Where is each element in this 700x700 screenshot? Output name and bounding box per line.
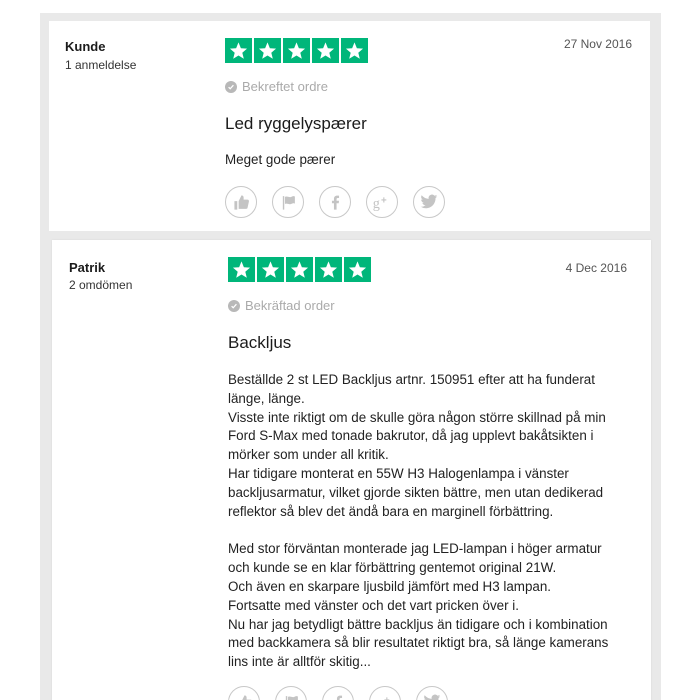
review-body-line: Har tidigare monterat en 55W H3 Halogenl… — [228, 465, 569, 481]
check-circle-icon — [228, 299, 240, 312]
review-actions: g+ — [228, 686, 448, 700]
star-icon — [315, 257, 342, 282]
star-icon — [341, 38, 368, 63]
share-google-plus-button[interactable]: g+ — [366, 186, 398, 218]
thumbs-up-icon — [241, 694, 252, 700]
facebook-icon — [336, 695, 342, 700]
review-title: Led ryggelyspærer — [225, 114, 367, 133]
review-body-line: reflektor så blev det ändå bara en margi… — [228, 503, 554, 519]
share-twitter-button[interactable] — [413, 186, 445, 218]
review-body-line: Visste inte riktigt om de skulle göra nå… — [228, 409, 606, 425]
google-plus-icon: g+ — [375, 695, 390, 700]
review-body-line: lins inte är alltför skitig... — [228, 654, 371, 670]
twitter-icon — [424, 694, 441, 700]
review-count: 2 omdömen — [69, 278, 133, 292]
verified-order: Bekräftad order — [228, 298, 335, 313]
review-body-line: backljusarmatur, vilket gjorde sikten bä… — [228, 484, 604, 500]
review-author[interactable]: Kunde — [65, 39, 105, 54]
star-icon — [257, 257, 284, 282]
share-facebook-button[interactable] — [322, 686, 354, 700]
review-body-line: länge, länge. — [228, 390, 305, 406]
svg-text:g: g — [375, 695, 382, 700]
like-button[interactable] — [228, 686, 260, 700]
twitter-icon — [420, 194, 438, 209]
flag-icon — [285, 695, 298, 700]
review-body-line: och kunde se en klar förbättring gentemo… — [228, 560, 557, 576]
verified-label: Bekreftet ordre — [242, 79, 328, 94]
review-actions: g+ — [225, 186, 445, 218]
like-button[interactable] — [225, 186, 257, 218]
review-body-line: Fortsatte med vänster och det vart prick… — [228, 597, 519, 613]
star-icon — [344, 257, 371, 282]
review-body: Meget gode pærer — [225, 151, 635, 170]
review-body: Beställde 2 st LED Backljus artnr. 15095… — [228, 371, 648, 672]
star-icon — [286, 257, 313, 282]
review-card: Patrik 2 omdömen 4 Dec 2016 Bekräftad or… — [52, 240, 651, 700]
review-title: Backljus — [228, 333, 292, 352]
share-google-plus-button[interactable]: g+ — [369, 686, 401, 700]
star-rating — [225, 38, 368, 63]
share-twitter-button[interactable] — [416, 686, 448, 700]
review-body-line: mörker som under all kritik. — [228, 447, 389, 463]
report-button[interactable] — [275, 686, 307, 700]
star-icon — [225, 38, 252, 63]
review-body-line: Beställde 2 st LED Backljus artnr. 15095… — [228, 372, 595, 387]
review-body-line: Med stor förväntan monterade jag LED-lam… — [228, 541, 602, 557]
review-card: Kunde 1 anmeldelse 27 Nov 2016 Bekreftet… — [49, 21, 650, 231]
verified-label: Bekräftad order — [245, 298, 335, 313]
review-date: 27 Nov 2016 — [563, 37, 632, 51]
facebook-icon — [331, 195, 339, 210]
star-icon — [228, 257, 255, 282]
flag-icon — [282, 195, 295, 210]
review-author[interactable]: Patrik — [69, 260, 105, 275]
thumbs-up-icon — [233, 194, 249, 210]
review-date: 4 Dec 2016 — [565, 261, 627, 275]
share-facebook-button[interactable] — [319, 186, 351, 218]
svg-text:+: + — [381, 195, 387, 206]
report-button[interactable] — [272, 186, 304, 218]
svg-text:+: + — [384, 695, 390, 700]
review-body-line: Nu har jag betydligt bättre backljus än … — [228, 616, 608, 632]
review-body-line: med backkamera så blir resultatet riktig… — [228, 635, 609, 651]
check-circle-icon — [225, 80, 237, 93]
review-body-line: Meget gode pærer — [225, 152, 336, 167]
review-body-line: Ford S-Max med tonade bakrutor, då jag u… — [228, 428, 594, 444]
google-plus-icon: g+ — [372, 195, 387, 212]
verified-order: Bekreftet ordre — [225, 79, 328, 94]
star-icon — [312, 38, 339, 63]
svg-text:g: g — [372, 195, 379, 211]
star-icon — [283, 38, 310, 63]
review-body-line: Och även en skarpare ljusbild jämfört me… — [228, 578, 552, 594]
star-rating — [228, 257, 371, 282]
star-icon — [254, 38, 281, 63]
review-count: 1 anmeldelse — [65, 58, 137, 72]
